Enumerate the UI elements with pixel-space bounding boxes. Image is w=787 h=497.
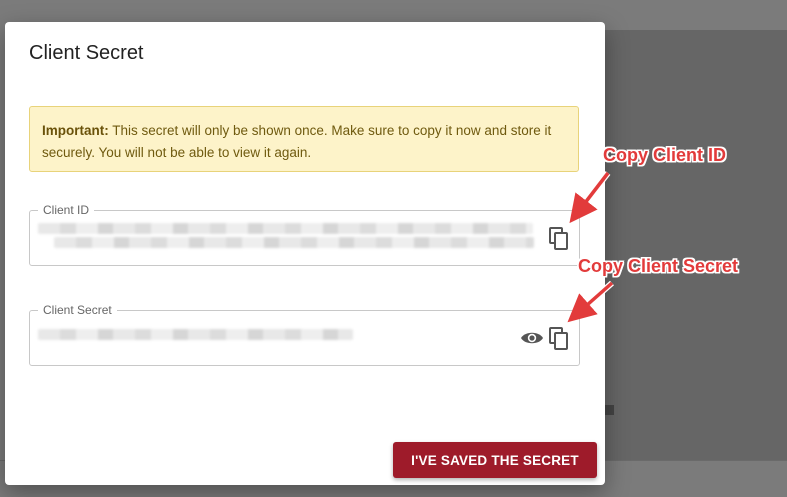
arrow-copy-client-id [569,171,610,224]
arrow-copy-client-secret [567,281,614,323]
annotation-copy-client-id: Copy Client ID [603,145,727,165]
annotation-copy-client-secret: Copy Client Secret [578,256,739,276]
annotation-arrows [567,171,614,323]
